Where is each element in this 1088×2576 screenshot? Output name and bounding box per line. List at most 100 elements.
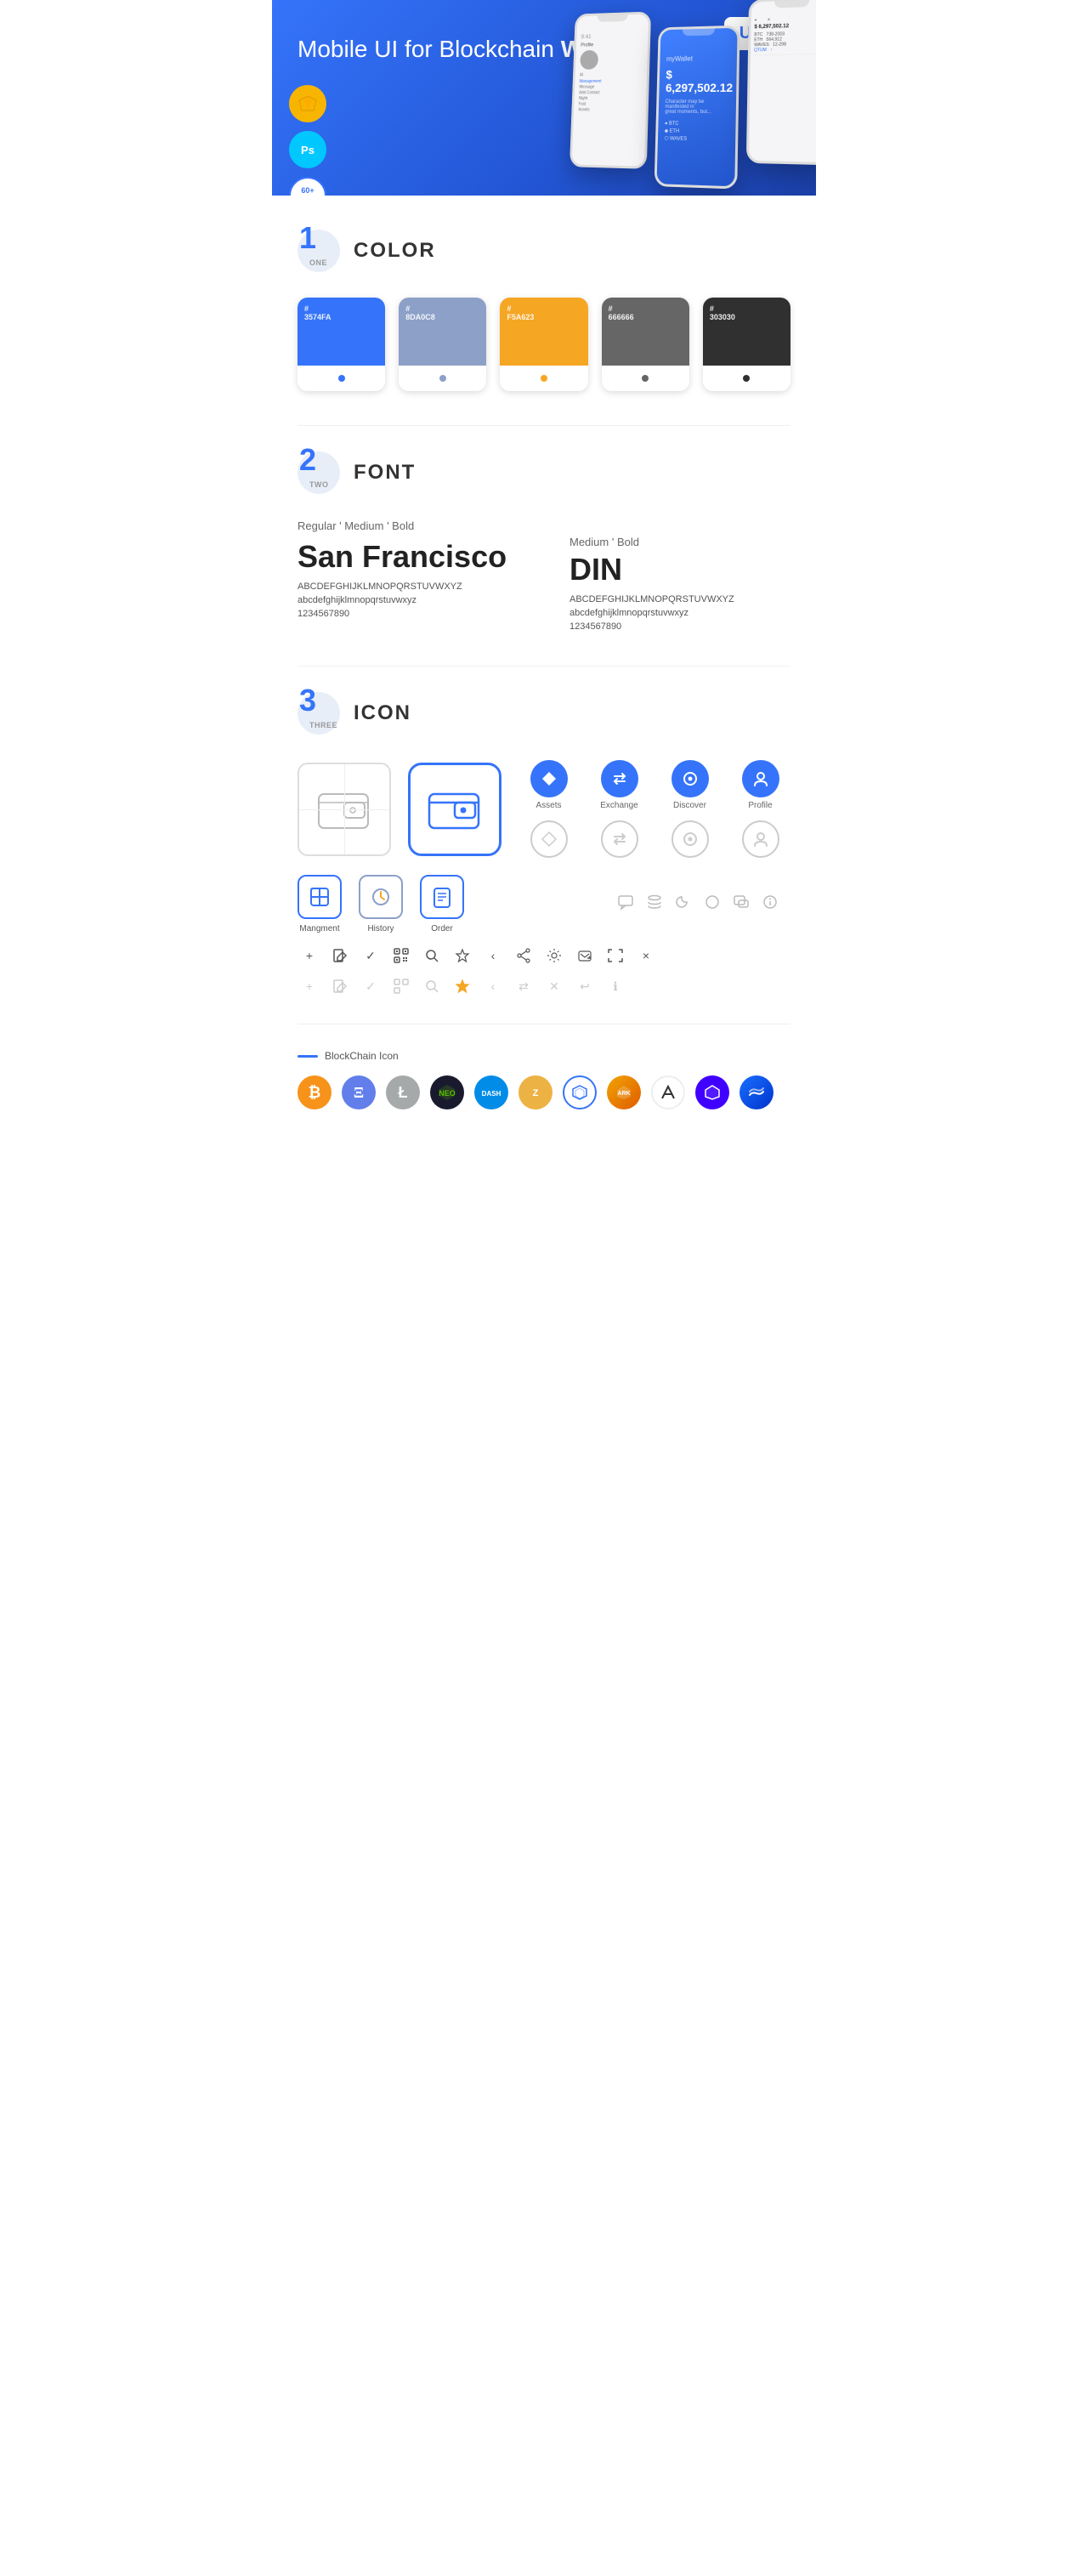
font-sf-lower: abcdefghijklmnopqrstuvwxyz <box>298 595 518 605</box>
font-din-lower: abcdefghijklmnopqrstuvwxyz <box>570 608 790 618</box>
check-gray-icon: ✓ <box>359 974 382 998</box>
plus-gray-icon: + <box>298 974 321 998</box>
crypto-icons-row: ₿ Ξ Ł NEO DASH Z ARK <box>298 1075 790 1109</box>
font-sf-upper: ABCDEFGHIJKLMNOPQRSTUVWXYZ <box>298 582 518 592</box>
swatch-hex-blue: #3574FA <box>304 304 332 321</box>
icon-main-row: Assets Exchange Discover <box>298 760 790 858</box>
icon-num-word: THREE <box>309 721 337 729</box>
svg-text:Z: Z <box>533 1088 539 1098</box>
profile-icon <box>742 760 779 797</box>
history-icon-item: History <box>359 875 403 933</box>
font-num-large: 2 <box>299 445 316 475</box>
chevron-left-gray-icon: ‹ <box>481 974 505 998</box>
profile-label: Profile <box>748 801 772 810</box>
blockchain-line <box>298 1055 318 1058</box>
x-gray-icon: ✕ <box>542 974 566 998</box>
assets-icon <box>530 760 568 797</box>
discover-label: Discover <box>673 801 706 810</box>
litecoin-icon: Ł <box>386 1075 420 1109</box>
qr-icon <box>389 944 413 967</box>
nav-icons-grid: Assets Exchange Discover <box>518 760 790 858</box>
search-gray-icon <box>420 974 444 998</box>
swatch-blue: #3574FA <box>298 298 385 391</box>
swatch-hex-gray: #666666 <box>609 304 634 321</box>
wallet-icon-solid <box>408 763 502 856</box>
iota-icon <box>651 1075 685 1109</box>
icon-num-large: 3 <box>299 685 316 716</box>
send-icon <box>573 944 597 967</box>
icon-discover: Discover <box>660 760 720 810</box>
icon-section-title: ICON <box>354 701 411 725</box>
close-icon: × <box>634 944 658 967</box>
zcash-icon: Z <box>518 1075 552 1109</box>
font-sf-nums: 1234567890 <box>298 609 518 619</box>
small-icons-row1: + ✓ ‹ × <box>298 944 790 967</box>
app-icons-row: Mangment History Order <box>298 875 790 933</box>
discover-outline-icon <box>672 820 709 858</box>
gear-icon <box>542 944 566 967</box>
qr-gray-icon <box>389 974 413 998</box>
font-names-row: San Francisco ABCDEFGHIJKLMNOPQRSTUVWXYZ… <box>298 536 790 632</box>
neo-icon: NEO <box>430 1075 464 1109</box>
icon-section-number: 3 THREE <box>298 692 340 735</box>
plus-icon: + <box>298 944 321 967</box>
bitcoin-icon: ₿ <box>298 1075 332 1109</box>
hero-section: Mobile UI for Blockchain Wallet UI Kit P… <box>272 0 816 196</box>
swatch-steelblue: #8DA0C8 <box>399 298 486 391</box>
swatch-hex-steelblue: #8DA0C8 <box>405 304 435 321</box>
chat-icon <box>617 894 634 915</box>
swatch-hex-dark: #303030 <box>710 304 735 321</box>
chat2-icon <box>733 894 750 915</box>
svg-text:NEO: NEO <box>439 1089 456 1098</box>
order-icon-item: Order <box>420 875 464 933</box>
font-din-upper: ABCDEFGHIJKLMNOPQRSTUVWXYZ <box>570 594 790 604</box>
sketch-badge <box>289 85 326 122</box>
color-num-large: 1 <box>299 223 316 253</box>
document-edit-gray-icon <box>328 974 352 998</box>
color-section-title: COLOR <box>354 239 436 263</box>
font-num-word: TWO <box>309 480 329 489</box>
icon-exchange: Exchange <box>589 760 649 810</box>
waves-icon <box>740 1075 774 1109</box>
order-icon <box>420 875 464 919</box>
font-section-number: 2 TWO <box>298 451 340 494</box>
font-section-header: 2 TWO FONT <box>298 451 790 494</box>
order-label: Order <box>431 924 453 933</box>
color-swatches: #3574FA #8DA0C8 #F5A623 #666666 #303030 <box>298 298 790 391</box>
dash-icon: DASH <box>474 1075 508 1109</box>
svg-text:DASH: DASH <box>482 1090 501 1098</box>
blockchain-label-text: BlockChain Icon <box>325 1050 399 1062</box>
font-din-nums: 1234567890 <box>570 621 790 632</box>
svg-text:ARK: ARK <box>617 1091 630 1097</box>
color-section-number: 1 ONE <box>298 230 340 272</box>
font-din-block: Medium ' Bold DIN ABCDEFGHIJKLMNOPQRSTUV… <box>570 536 790 632</box>
font-content: Regular ' Medium ' Bold San Francisco AB… <box>298 519 790 632</box>
icon-exchange-outline <box>589 820 649 858</box>
document-edit-icon <box>328 944 352 967</box>
gray-misc-icons <box>617 894 779 915</box>
icon-assets-outline <box>518 820 579 858</box>
check-icon: ✓ <box>359 944 382 967</box>
history-icon <box>359 875 403 919</box>
undo-gray-icon: ↩ <box>573 974 597 998</box>
icon-section-header: 3 THREE ICON <box>298 692 790 735</box>
phone-mockups: 9:41 Profile AI Management Message Add C… <box>569 5 816 193</box>
info-gray-icon: ℹ <box>604 974 627 998</box>
small-icons-row2: + ✓ ‹ ⇄ ✕ ↩ ℹ <box>298 974 790 998</box>
icon-profile-outline <box>730 820 790 858</box>
main-content: 1 ONE COLOR #3574FA #8DA0C8 #F5A623 #666… <box>272 196 816 1143</box>
blockchain-label: BlockChain Icon <box>298 1050 790 1062</box>
wallet-icon-wireframe <box>298 763 391 856</box>
ethereum-icon: Ξ <box>342 1075 376 1109</box>
font-sf-name: San Francisco <box>298 539 518 575</box>
font-sf-block: San Francisco ABCDEFGHIJKLMNOPQRSTUVWXYZ… <box>298 536 518 619</box>
info-icon <box>762 894 779 915</box>
swatch-hex-orange: #F5A623 <box>507 304 534 321</box>
icon-profile: Profile <box>730 760 790 810</box>
assets-outline-icon <box>530 820 568 858</box>
icon-discover-outline <box>660 820 720 858</box>
share-icon <box>512 944 536 967</box>
management-icon-item: Mangment <box>298 875 342 933</box>
chevron-left-icon: ‹ <box>481 944 505 967</box>
phone-left: 9:41 Profile AI Management Message Add C… <box>570 11 651 168</box>
